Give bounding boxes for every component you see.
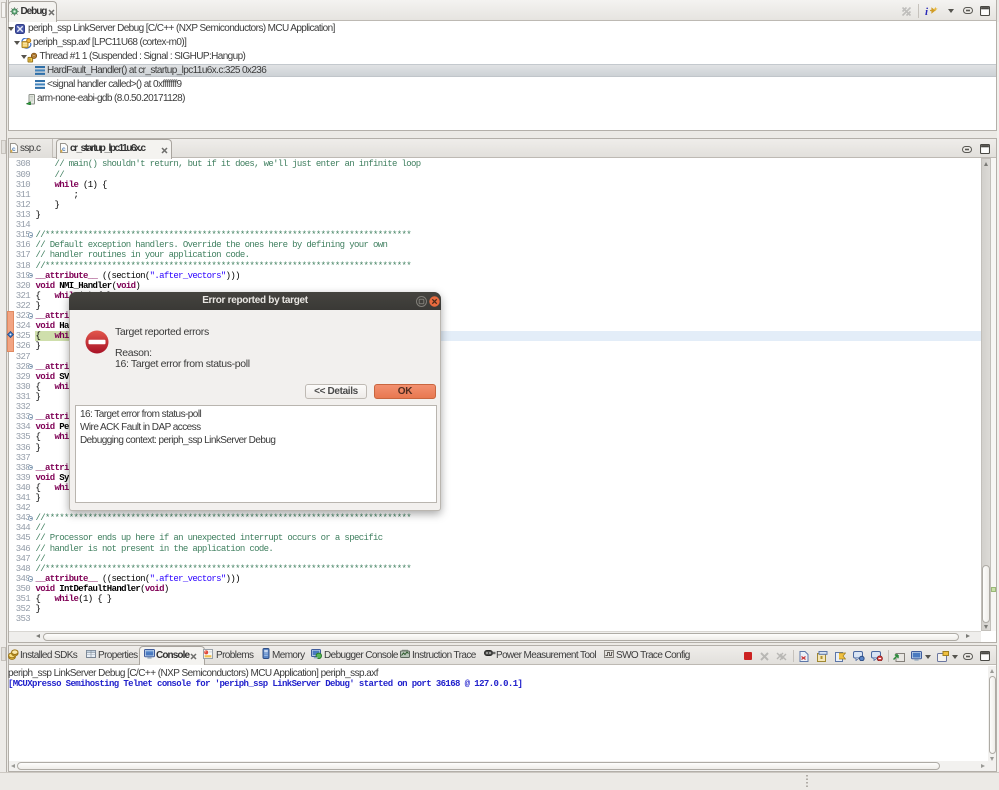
svg-text:i: i (925, 6, 929, 17)
svg-text:c: c (12, 146, 16, 153)
svg-text:c: c (62, 146, 66, 153)
